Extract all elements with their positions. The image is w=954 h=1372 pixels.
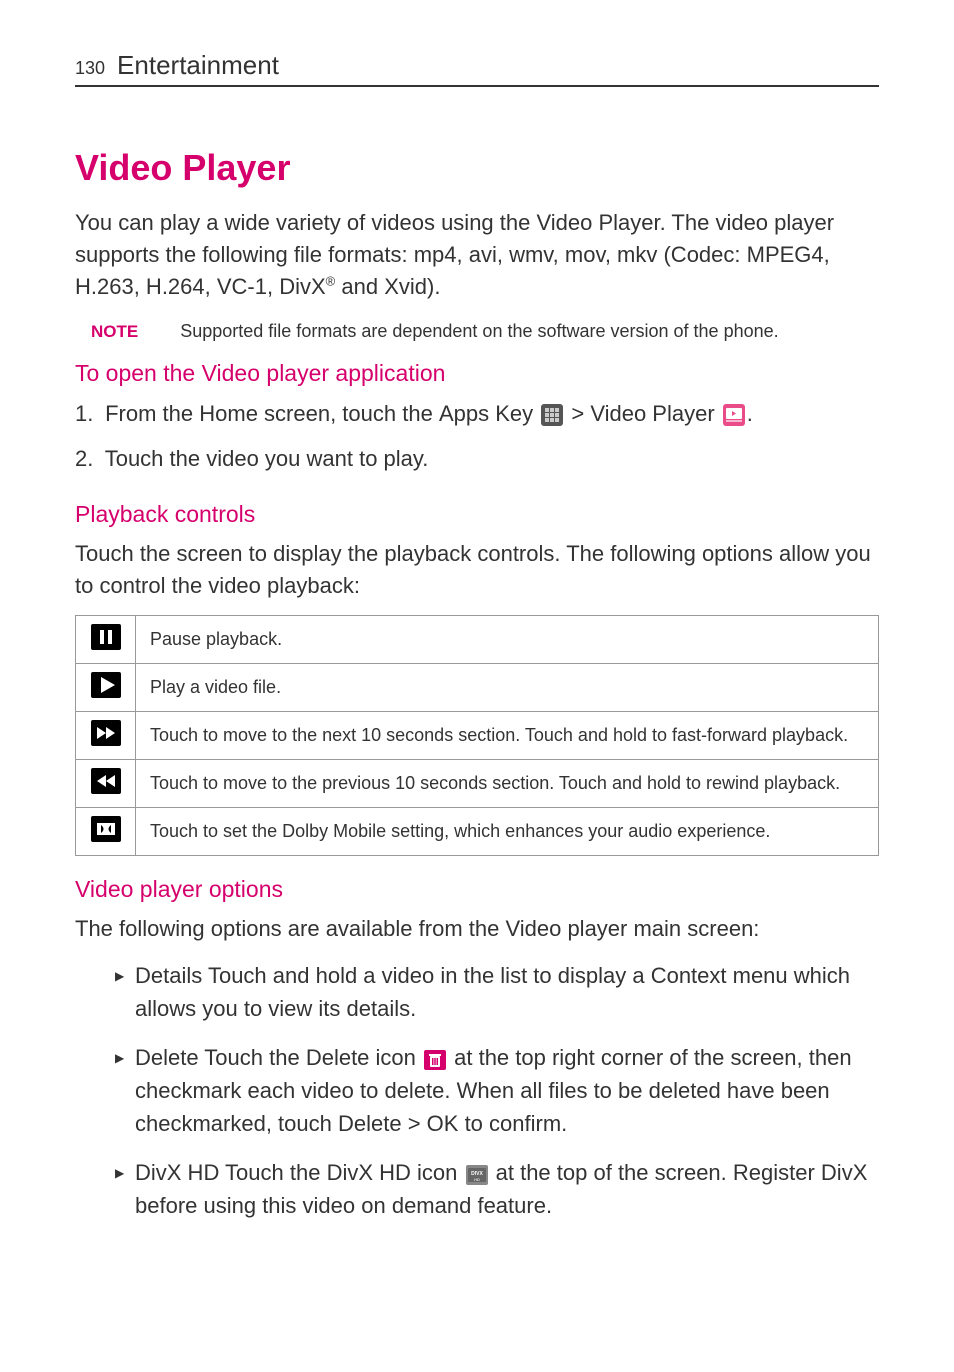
fast-forward-icon bbox=[91, 720, 121, 746]
apps-key-icon bbox=[541, 404, 563, 426]
intro-text-1: You can play a wide variety of videos us… bbox=[75, 210, 834, 299]
delete-text-2: icon bbox=[369, 1045, 422, 1070]
apps-key-label: Apps Key bbox=[439, 401, 533, 426]
playback-intro: Touch the screen to display the playback… bbox=[75, 538, 879, 602]
divx-hd-icon: DIVXHD bbox=[466, 1165, 488, 1185]
registered-mark: ® bbox=[326, 273, 336, 288]
svg-text:HD: HD bbox=[474, 1177, 480, 1182]
divx-text-1: Touch the bbox=[219, 1160, 326, 1185]
step2: 2. Touch the video you want to play. bbox=[75, 442, 879, 475]
play-icon bbox=[91, 672, 121, 698]
control-row-rwd: Touch to move to the previous 10 seconds… bbox=[76, 760, 879, 808]
delete-text-1: Touch the bbox=[199, 1045, 306, 1070]
divx-text-2: icon bbox=[411, 1160, 464, 1185]
main-title: Video Player bbox=[75, 147, 879, 189]
icon-cell bbox=[76, 760, 136, 808]
control-desc: Touch to set the Dolby Mobile setting, w… bbox=[136, 808, 879, 856]
delete-word: Delete bbox=[306, 1045, 370, 1070]
control-row-ffwd: Touch to move to the next 10 seconds sec… bbox=[76, 712, 879, 760]
dolby-icon bbox=[91, 816, 121, 842]
control-row-dolby: Touch to set the Dolby Mobile setting, w… bbox=[76, 808, 879, 856]
delete-gt: > bbox=[402, 1111, 427, 1136]
open-heading: To open the Video player application bbox=[75, 360, 879, 387]
step2-text: Touch the video you want to play. bbox=[99, 446, 428, 471]
control-desc: Pause playback. bbox=[136, 616, 879, 664]
options-heading: Video player options bbox=[75, 876, 879, 903]
control-row-pause: Pause playback. bbox=[76, 616, 879, 664]
note-block: NOTE Supported file formats are dependen… bbox=[91, 321, 879, 342]
icon-cell bbox=[76, 664, 136, 712]
step1-end: . bbox=[747, 401, 753, 426]
options-intro: The following options are available from… bbox=[75, 913, 879, 945]
step1-gt: > bbox=[565, 401, 590, 426]
delete-trash-icon bbox=[424, 1050, 446, 1070]
step2-number: 2. bbox=[75, 442, 99, 475]
icon-cell bbox=[76, 712, 136, 760]
icon-cell bbox=[76, 808, 136, 856]
page-number: 130 bbox=[75, 58, 105, 79]
page-header: 130 Entertainment bbox=[75, 50, 879, 87]
page-section-title: Entertainment bbox=[117, 50, 279, 81]
control-desc: Touch to move to the previous 10 seconds… bbox=[136, 760, 879, 808]
note-text: Supported file formats are dependent on … bbox=[180, 321, 778, 342]
ok-word: OK bbox=[427, 1111, 459, 1136]
divx-word: DivX HD bbox=[327, 1160, 411, 1185]
options-list: Details Touch and hold a video in the li… bbox=[75, 959, 879, 1222]
step1-text-1: From the Home screen, touch the bbox=[99, 401, 439, 426]
delete-word-2: Delete bbox=[338, 1111, 402, 1136]
delete-text-4: to confirm. bbox=[458, 1111, 567, 1136]
control-desc: Touch to move to the next 10 seconds sec… bbox=[136, 712, 879, 760]
control-desc: Play a video file. bbox=[136, 664, 879, 712]
playback-controls-table: Pause playback. Play a video file. Touch… bbox=[75, 615, 879, 856]
option-delete: Delete Touch the Delete icon at the top … bbox=[115, 1041, 879, 1140]
control-row-play: Play a video file. bbox=[76, 664, 879, 712]
video-player-icon bbox=[723, 404, 745, 426]
details-text: Touch and hold a video in the list to di… bbox=[135, 963, 850, 1021]
divx-label: DivX HD bbox=[135, 1160, 219, 1185]
playback-heading: Playback controls bbox=[75, 501, 879, 528]
pause-icon bbox=[91, 624, 121, 650]
note-label: NOTE bbox=[91, 322, 138, 342]
details-label: Details bbox=[135, 963, 202, 988]
option-details: Details Touch and hold a video in the li… bbox=[115, 959, 879, 1025]
option-divx: DivX HD Touch the DivX HD icon DIVXHD at… bbox=[115, 1156, 879, 1222]
intro-text-2: and Xvid). bbox=[335, 274, 440, 299]
delete-label: Delete bbox=[135, 1045, 199, 1070]
video-player-label: Video Player bbox=[590, 401, 714, 426]
intro-paragraph: You can play a wide variety of videos us… bbox=[75, 207, 879, 303]
step1: 1. From the Home screen, touch the Apps … bbox=[75, 397, 879, 430]
rewind-icon bbox=[91, 768, 121, 794]
step1-number: 1. bbox=[75, 397, 99, 430]
icon-cell bbox=[76, 616, 136, 664]
